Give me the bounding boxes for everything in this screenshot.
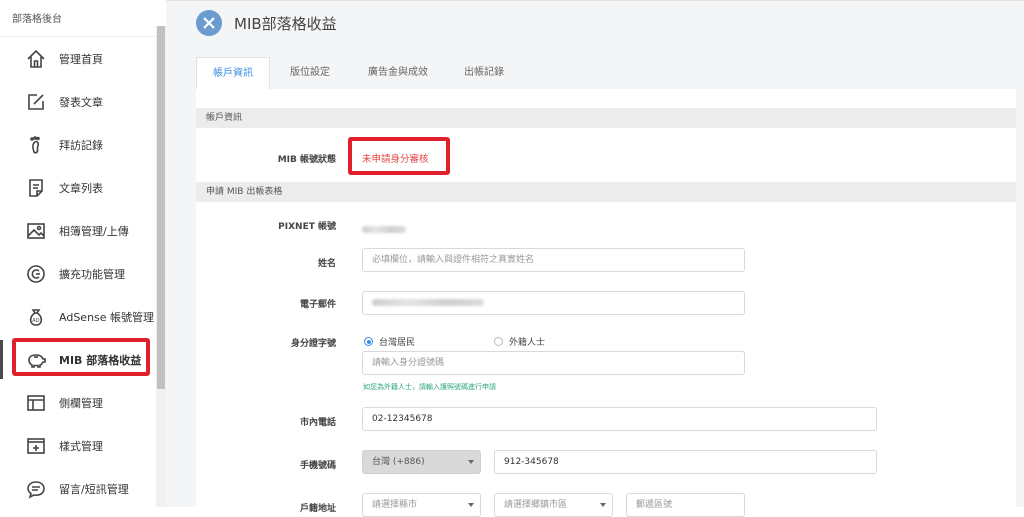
- sidebar-item-post-list[interactable]: 文章列表: [0, 166, 166, 209]
- sidebar-item-label: 留言/短訊管理: [59, 482, 129, 496]
- highlight-box: [12, 338, 150, 376]
- mobile-input[interactable]: 912-345678: [494, 450, 877, 474]
- sidebar-item-home[interactable]: 管理首頁: [0, 37, 166, 80]
- phone-input[interactable]: 02-12345678: [362, 407, 877, 431]
- sidebar-item-style[interactable]: 樣式管理: [0, 424, 166, 467]
- country-code-select[interactable]: 台灣 (+886): [362, 450, 481, 474]
- chevron-down-icon: [468, 503, 474, 507]
- city-select[interactable]: 請選擇縣市: [362, 493, 481, 517]
- sidebar-title: 部落格後台: [0, 0, 166, 37]
- main-panel: MIB部落格收益 帳戶資訊 版位設定 廣告金與成效 出帳記錄 帳戶資訊 MIB …: [166, 0, 1024, 517]
- district-select[interactable]: 請選擇鄉鎮市區: [494, 493, 613, 517]
- tab-slot-settings[interactable]: 版位設定: [274, 57, 346, 88]
- scrollbar-thumb[interactable]: [157, 26, 165, 389]
- chevron-down-icon: [468, 460, 474, 464]
- chevron-down-icon: [600, 503, 606, 507]
- pixnet-label: PIXNET 帳號: [278, 222, 336, 232]
- radio-dot: [364, 337, 373, 346]
- section-account: 帳戶資訊: [196, 108, 1016, 128]
- tab-account[interactable]: 帳戶資訊: [196, 57, 270, 89]
- phone-label: 市內電話: [299, 418, 336, 428]
- tab-ad-earnings[interactable]: 廣告金與成效: [356, 57, 440, 88]
- id-hint: 如您為外籍人士，請輸入護照號碼進行申請: [363, 383, 496, 391]
- tab-bar: 帳戶資訊 版位設定 廣告金與成效 出帳記錄: [196, 57, 1024, 89]
- page-header: MIB部落格收益: [196, 10, 337, 36]
- style-add-icon: [25, 435, 47, 457]
- sidebar-scrollbar[interactable]: [156, 26, 166, 507]
- email-input[interactable]: [362, 291, 745, 315]
- status-label: MIB 帳號狀態: [277, 155, 336, 165]
- zip-input[interactable]: 郵遞區號: [626, 493, 745, 517]
- radio-local-resident[interactable]: 台灣居民: [364, 335, 415, 348]
- city-select-value: 請選擇縣市: [372, 500, 418, 510]
- image-icon: [25, 220, 47, 242]
- ad-bag-icon: AD: [25, 306, 47, 328]
- close-button[interactable]: [196, 10, 222, 36]
- content-panel: 帳戶資訊 MIB 帳號狀態 未申請身分審核 申請 MIB 出帳表格 PIXNET…: [196, 89, 1016, 517]
- district-select-value: 請選擇鄉鎮市區: [504, 500, 568, 510]
- pixnet-account-value: [362, 219, 406, 238]
- sidebar-item-visits[interactable]: 拜訪記錄: [0, 123, 166, 166]
- radio-dot: [494, 337, 503, 346]
- email-label: 電子郵件: [299, 300, 336, 310]
- highlight-box: [348, 137, 450, 175]
- tab-payout-records[interactable]: 出帳記錄: [448, 57, 520, 88]
- sidebar-item-label: AdSense 帳號管理: [59, 310, 155, 324]
- sidebar-item-label: 文章列表: [59, 181, 103, 195]
- chat-icon: [25, 478, 47, 500]
- sidebar-item-comments[interactable]: 留言/短訊管理: [0, 467, 166, 510]
- radio-label: 外籍人士: [509, 338, 546, 348]
- id-number-input[interactable]: 請輸入身分證號碼: [362, 351, 745, 375]
- name-input[interactable]: 必填欄位，請輸入與證件相符之真實姓名: [362, 248, 745, 272]
- svg-text:AD: AD: [32, 318, 39, 324]
- sidebar-item-label: 相簿管理/上傳: [59, 224, 129, 238]
- sidebar-item-label: 拜訪記錄: [59, 138, 103, 152]
- sidebar-item-label: 側欄管理: [59, 396, 103, 410]
- sidebar-item-album[interactable]: 相簿管理/上傳: [0, 209, 166, 252]
- home-icon: [25, 48, 47, 70]
- sidebar-item-adsense[interactable]: AD AdSense 帳號管理: [0, 295, 166, 338]
- mobile-label: 手機號碼: [299, 461, 336, 471]
- sidebar-item-extensions[interactable]: 擴充功能管理: [0, 252, 166, 295]
- name-label: 姓名: [317, 259, 336, 269]
- layout-icon: [25, 392, 47, 414]
- section-application: 申請 MIB 出帳表格: [196, 182, 1016, 202]
- sidebar-item-sidebar-manage[interactable]: 側欄管理: [0, 381, 166, 424]
- document-list-icon: [25, 177, 47, 199]
- address-label: 戶籍地址: [299, 504, 336, 514]
- sidebar-item-label: 樣式管理: [59, 439, 103, 453]
- sidebar-item-label: 擴充功能管理: [59, 267, 125, 281]
- sidebar-item-new-post[interactable]: 發表文章: [0, 80, 166, 123]
- country-code-value: 台灣 (+886): [372, 457, 425, 467]
- edit-icon: [25, 91, 47, 113]
- extension-icon: [25, 263, 47, 285]
- sidebar-item-label: 管理首頁: [59, 52, 103, 66]
- sidebar: 部落格後台 管理首頁 發表文章 拜訪記錄 文章列表 相簿管理/上傳 擴充功能管理: [0, 0, 167, 507]
- sidebar-item-label: 發表文章: [59, 95, 103, 109]
- radio-label: 台灣居民: [379, 338, 416, 348]
- id-label: 身分證字號: [290, 339, 336, 349]
- close-icon: [203, 17, 215, 29]
- footprint-icon: [25, 134, 47, 156]
- page-title: MIB部落格收益: [234, 14, 337, 33]
- radio-foreigner[interactable]: 外籍人士: [494, 335, 545, 348]
